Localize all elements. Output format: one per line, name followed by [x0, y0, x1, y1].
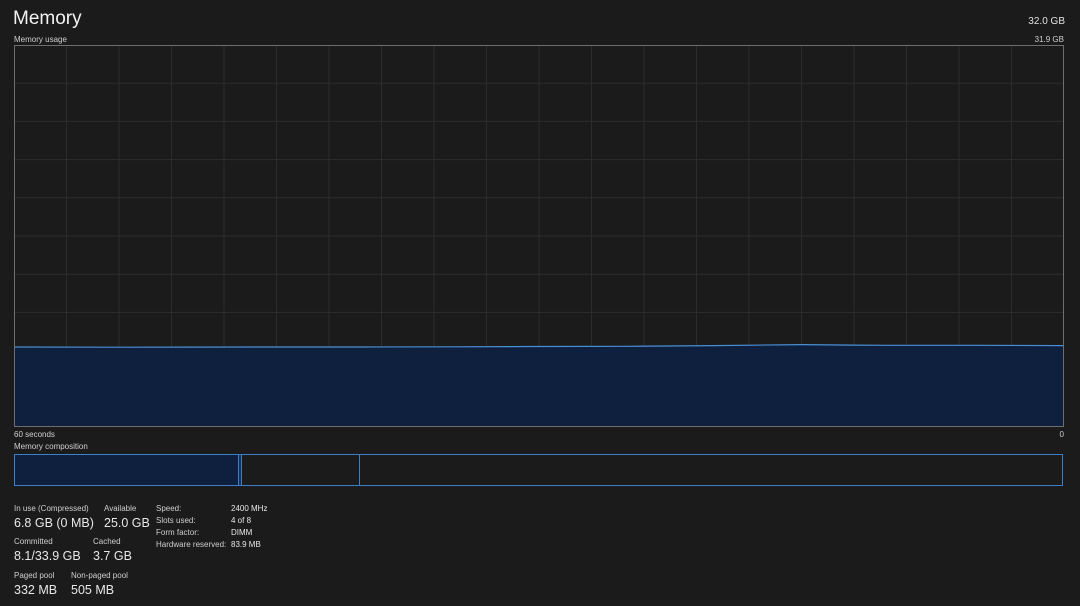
- available-label: Available: [104, 504, 137, 513]
- memory-usage-chart: [14, 45, 1064, 427]
- speed-value: 2400 MHz: [231, 504, 268, 513]
- composition-standby-segment[interactable]: [242, 455, 360, 485]
- page-title: Memory: [13, 8, 82, 29]
- in-use-label: In use (Compressed): [14, 504, 89, 513]
- memory-usage-graph: [14, 45, 1064, 427]
- total-memory: 32.0 GB: [1028, 16, 1065, 27]
- graph-max-label: 31.9 GB: [1034, 35, 1064, 44]
- available-value: 25.0 GB: [104, 516, 150, 530]
- paged-pool-label: Paged pool: [14, 571, 55, 580]
- memory-composition-label: Memory composition: [14, 442, 88, 451]
- non-paged-pool-label: Non-paged pool: [71, 571, 128, 580]
- slots-used-value: 4 of 8: [231, 516, 252, 525]
- committed-label: Committed: [14, 537, 53, 546]
- form-factor-label: Form factor:: [156, 528, 200, 537]
- non-paged-pool-value: 505 MB: [71, 583, 115, 597]
- slots-used-label: Slots used:: [156, 516, 196, 525]
- hardware-reserved-label: Hardware reserved:: [156, 540, 227, 549]
- composition-in-use-segment[interactable]: [15, 455, 238, 485]
- memory-usage-label: Memory usage: [14, 35, 67, 44]
- paged-pool-value: 332 MB: [14, 583, 58, 597]
- cached-value: 3.7 GB: [93, 549, 132, 563]
- cached-label: Cached: [93, 537, 121, 546]
- time-axis-start-label: 60 seconds: [14, 430, 55, 439]
- form-factor-value: DIMM: [231, 528, 253, 537]
- memory-composition-bar[interactable]: [14, 454, 1063, 486]
- hardware-reserved-value: 83.9 MB: [231, 540, 261, 549]
- speed-label: Speed:: [156, 504, 182, 513]
- committed-value: 8.1/33.9 GB: [14, 549, 81, 563]
- time-axis-end-label: 0: [1059, 430, 1064, 439]
- in-use-value: 6.8 GB (0 MB): [14, 516, 94, 530]
- memory-usage-area: [14, 344, 1064, 427]
